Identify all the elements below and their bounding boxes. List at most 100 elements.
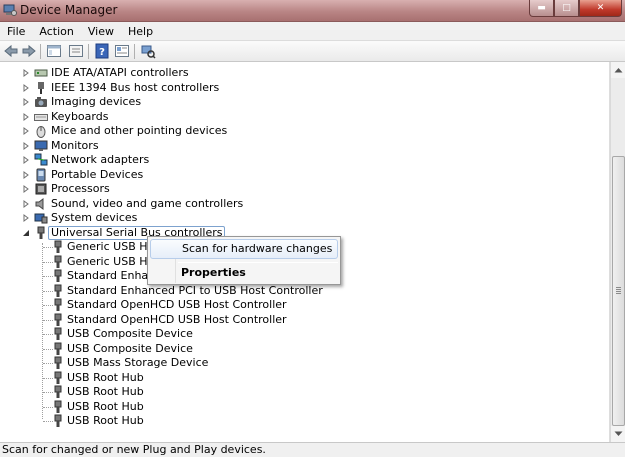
tree-item-usb-child[interactable]: USB Root Hub xyxy=(0,385,600,399)
usb-icon xyxy=(34,226,48,240)
tree-item-usb-child[interactable]: USB Composite Device xyxy=(0,327,600,341)
scroll-down-icon[interactable] xyxy=(611,426,625,442)
usb-device-icon xyxy=(51,342,65,356)
close-icon: ✕ xyxy=(596,3,605,13)
maximize-icon: □ xyxy=(562,3,571,13)
usb-device-icon xyxy=(51,269,65,283)
tree-item-label: IDE ATA/ATAPI controllers xyxy=(51,66,189,79)
maximize-button[interactable]: □ xyxy=(554,0,579,17)
tree-item-label: USB Root Hub xyxy=(67,385,144,398)
minimize-button[interactable]: ▬ xyxy=(529,0,554,17)
tree-item-label: USB Mass Storage Device xyxy=(67,356,209,369)
expand-arrow-icon[interactable] xyxy=(22,98,30,106)
tree-item-processors[interactable]: Processors xyxy=(0,182,600,196)
forward-icon[interactable] xyxy=(21,43,37,59)
usb-device-icon xyxy=(51,284,65,298)
vertical-scrollbar[interactable] xyxy=(610,62,625,442)
tree-item-usb-child[interactable]: Standard OpenHCD USB Host Controller xyxy=(0,313,600,327)
scan-hardware-icon[interactable] xyxy=(140,43,156,59)
tree-item-label: Standard Enhanced PCI to USB Host Contro… xyxy=(67,284,323,297)
tree-item-usb-child[interactable]: USB Mass Storage Device xyxy=(0,356,600,370)
minimize-icon: ▬ xyxy=(537,3,546,13)
network-icon xyxy=(34,153,48,167)
toolbar: ? xyxy=(0,41,625,62)
usb-device-icon xyxy=(51,255,65,269)
keyboard-icon xyxy=(34,110,48,124)
tree-item-ieee1394[interactable]: IEEE 1394 Bus host controllers xyxy=(0,81,600,95)
expand-arrow-icon[interactable] xyxy=(22,200,30,208)
tree-item-portable[interactable]: Portable Devices xyxy=(0,168,600,182)
tree-item-mice[interactable]: Mice and other pointing devices xyxy=(0,124,600,138)
tree-item-label: Portable Devices xyxy=(51,168,144,181)
tree-item-keyboards[interactable]: Keyboards xyxy=(0,110,600,124)
tree-item-usb-child[interactable]: Standard OpenHCD USB Host Controller xyxy=(0,298,600,312)
tree-item-label: USB Root Hub xyxy=(67,414,144,427)
menu-properties[interactable]: Properties xyxy=(150,263,338,283)
scroll-up-icon[interactable] xyxy=(611,62,625,78)
title-bar[interactable]: Device Manager ▬ □ ✕ xyxy=(0,0,625,22)
collapse-arrow-icon[interactable] xyxy=(22,229,30,237)
tree-item-label: USB Root Hub xyxy=(67,371,144,384)
tree-item-usb-child[interactable]: USB Root Hub xyxy=(0,400,600,414)
device-manager-icon xyxy=(3,3,17,17)
tree-item-label: Keyboards xyxy=(51,110,109,123)
expand-arrow-icon[interactable] xyxy=(22,113,30,121)
tree-item-ide[interactable]: IDE ATA/ATAPI controllers xyxy=(0,66,600,80)
mouse-icon xyxy=(34,124,48,138)
menu-view[interactable]: View xyxy=(81,22,121,40)
properties-icon[interactable] xyxy=(114,43,130,59)
menu-help[interactable]: Help xyxy=(121,22,160,40)
expand-arrow-icon[interactable] xyxy=(22,171,30,179)
usb-device-icon xyxy=(51,298,65,312)
tree-item-label: Sound, video and game controllers xyxy=(51,197,244,210)
ide-controller-icon xyxy=(34,66,48,80)
tree-item-usb-child[interactable]: USB Root Hub xyxy=(0,414,600,428)
tree-item-monitors[interactable]: Monitors xyxy=(0,139,600,153)
window-title: Device Manager xyxy=(20,3,118,17)
close-button[interactable]: ✕ xyxy=(579,0,622,17)
scrollbar-thumb[interactable] xyxy=(612,156,625,426)
tree-item-label: System devices xyxy=(51,211,138,224)
toolbar-separator xyxy=(40,44,41,59)
expand-arrow-icon[interactable] xyxy=(22,214,30,222)
tree-item-label: IEEE 1394 Bus host controllers xyxy=(51,81,220,94)
svg-text:?: ? xyxy=(99,47,105,58)
expand-arrow-icon[interactable] xyxy=(22,185,30,193)
tree-item-usb-child[interactable]: USB Root Hub xyxy=(0,371,600,385)
expand-arrow-icon[interactable] xyxy=(22,156,30,164)
tree-item-label: USB Composite Device xyxy=(67,342,193,355)
speaker-icon xyxy=(34,197,48,211)
back-icon[interactable] xyxy=(3,43,19,59)
usb-device-icon xyxy=(51,414,65,428)
tree-item-label: Standard OpenHCD USB Host Controller xyxy=(67,298,287,311)
tree-item-usb-child[interactable]: USB Composite Device xyxy=(0,342,600,356)
tree-item-label: Network adapters xyxy=(51,153,150,166)
usb-device-icon xyxy=(51,371,65,385)
tree-item-usb-child[interactable]: Standard Enhanced PCI to USB Host Contro… xyxy=(0,284,600,298)
usb-device-icon xyxy=(51,356,65,370)
tree-item-network[interactable]: Network adapters xyxy=(0,153,600,167)
console-tree-icon[interactable] xyxy=(46,43,62,59)
status-bar: Scan for changed or new Plug and Play de… xyxy=(0,442,625,457)
expand-arrow-icon[interactable] xyxy=(22,127,30,135)
context-menu: Scan for hardware changes Properties xyxy=(147,236,341,285)
tree-item-imaging[interactable]: Imaging devices xyxy=(0,95,600,109)
expand-arrow-icon[interactable] xyxy=(22,142,30,150)
usb-device-icon xyxy=(51,313,65,327)
tree-item-label: Mice and other pointing devices xyxy=(51,124,228,137)
usb-device-icon xyxy=(51,385,65,399)
menu-action[interactable]: Action xyxy=(32,22,80,40)
expand-arrow-icon[interactable] xyxy=(22,84,30,92)
tree-item-label: USB Composite Device xyxy=(67,327,193,340)
show-hide-icon[interactable] xyxy=(68,43,84,59)
tree-item-sound[interactable]: Sound, video and game controllers xyxy=(0,197,600,211)
help-icon[interactable]: ? xyxy=(94,43,110,59)
tree-item-label: Imaging devices xyxy=(51,95,142,108)
menu-file[interactable]: File xyxy=(0,22,32,40)
menu-scan-for-hardware-changes[interactable]: Scan for hardware changes xyxy=(150,239,338,259)
portable-device-icon xyxy=(34,168,48,182)
monitor-icon xyxy=(34,139,48,153)
expand-arrow-icon[interactable] xyxy=(22,69,30,77)
usb-device-icon xyxy=(51,327,65,341)
tree-item-system[interactable]: System devices xyxy=(0,211,600,225)
